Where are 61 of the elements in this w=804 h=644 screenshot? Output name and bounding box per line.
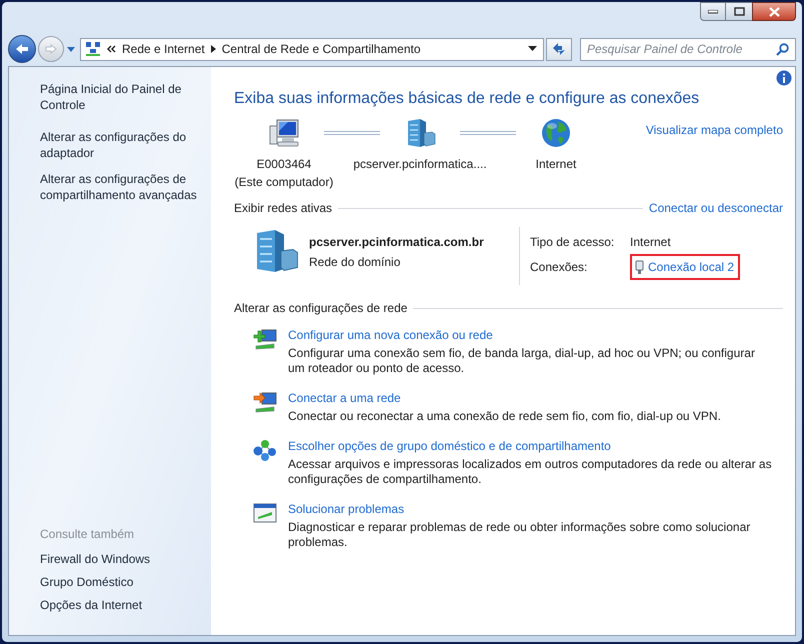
maximize-button[interactable] <box>726 2 752 21</box>
task-link[interactable]: Conectar a uma rede <box>288 390 401 406</box>
sidebar-link[interactable]: Grupo Doméstico <box>40 574 205 590</box>
address-dropdown-icon[interactable] <box>528 46 537 52</box>
task-link[interactable]: Escolher opções de grupo doméstico e de compartilhamento <box>288 438 611 454</box>
back-button[interactable] <box>8 35 36 63</box>
page-heading: Exiba suas informações básicas de rede e configure as conexões <box>234 89 700 109</box>
sidebar-link[interactable]: Alterar as configurações do adaptador <box>40 129 205 161</box>
help-icon[interactable] <box>776 70 792 86</box>
homegroup-icon <box>252 438 278 462</box>
minimize-button[interactable] <box>700 2 726 21</box>
search-icon[interactable] <box>776 42 789 56</box>
full-map-link[interactable]: Visualizar mapa completo <box>646 121 783 139</box>
task-link[interactable]: Configurar uma nova conexão ou rede <box>288 327 493 343</box>
property-label: Conexões: <box>530 259 588 276</box>
history-dropdown-icon[interactable] <box>66 45 76 53</box>
forward-arrow-icon <box>45 44 57 54</box>
refresh-button[interactable] <box>546 38 572 60</box>
overflow-chevron-icon[interactable] <box>107 45 116 53</box>
maximize-icon <box>734 7 744 16</box>
task-link[interactable]: Solucionar problemas <box>288 501 404 517</box>
network-icon <box>85 41 101 57</box>
property-value: Internet <box>630 234 671 251</box>
computer-icon <box>268 117 300 149</box>
section-heading: Alterar as configurações de rede <box>234 300 408 317</box>
new-connection-icon <box>252 327 278 351</box>
task-description: Conectar ou reconectar a uma conexão de rede sem fio, com fio, dial-up ou VPN. <box>288 409 722 424</box>
task-description: Acessar arquivos e impressoras localizados em outros computadores da rede ou alterar as configurações de compartilhamento. <box>288 457 773 487</box>
connect-icon <box>252 390 278 414</box>
sidebar-link[interactable]: Página Inicial do Painel de Controle <box>40 81 205 113</box>
globe-icon <box>540 117 572 149</box>
network-type: Rede do domínio <box>309 254 402 271</box>
back-arrow-icon <box>15 43 29 55</box>
ethernet-plug-icon <box>635 260 644 274</box>
sidebar-link[interactable]: Opções da Internet <box>40 597 205 613</box>
minimize-icon <box>708 10 718 14</box>
node-label: pcserver.pcinformatica.... <box>353 156 487 173</box>
troubleshoot-icon <box>252 501 278 525</box>
address-bar[interactable]: Rede e Internet Central de Rede e Compartilhamento <box>80 38 544 60</box>
node-label: E0003464 <box>256 156 312 173</box>
refresh-icon <box>551 42 567 56</box>
breadcrumb-item[interactable]: Rede e Internet <box>122 40 205 58</box>
property-label: Tipo de acesso: <box>530 234 616 251</box>
task-description: Diagnosticar e reparar problemas de rede ou obter informações sobre como solucionar problemas. <box>288 520 752 550</box>
connection-link[interactable]: Conexão local 2 <box>648 258 734 276</box>
connection-line <box>324 130 380 136</box>
node-sublabel: (Este computador) <box>234 174 334 191</box>
connection-line <box>460 130 516 136</box>
search-field[interactable]: Pesquisar Painel de Controle <box>580 38 796 60</box>
sidebar-link[interactable]: Alterar as configurações de compartilhamento avançadas <box>40 171 205 203</box>
section-heading: Exibir redes ativas <box>234 200 332 217</box>
breadcrumb-item[interactable]: Central de Rede e Compartilhamento <box>222 40 421 58</box>
task-description: Configurar uma conexão sem fio, de banda larga, dial-up, ad hoc ou VPN; ou configurar um roteador ou ponto de acesso. <box>288 346 756 376</box>
network-name: pcserver.pcinformatica.com.br <box>309 234 484 251</box>
sidebar-link[interactable]: Firewall do Windows <box>40 551 205 567</box>
breadcrumb-separator-icon[interactable] <box>210 45 216 53</box>
connect-disconnect-link[interactable]: Conectar ou desconectar <box>648 199 783 217</box>
close-icon <box>768 6 780 16</box>
close-button[interactable] <box>752 2 796 21</box>
node-label: Internet <box>536 156 576 173</box>
see-also-heading: Consulte também <box>40 526 136 543</box>
